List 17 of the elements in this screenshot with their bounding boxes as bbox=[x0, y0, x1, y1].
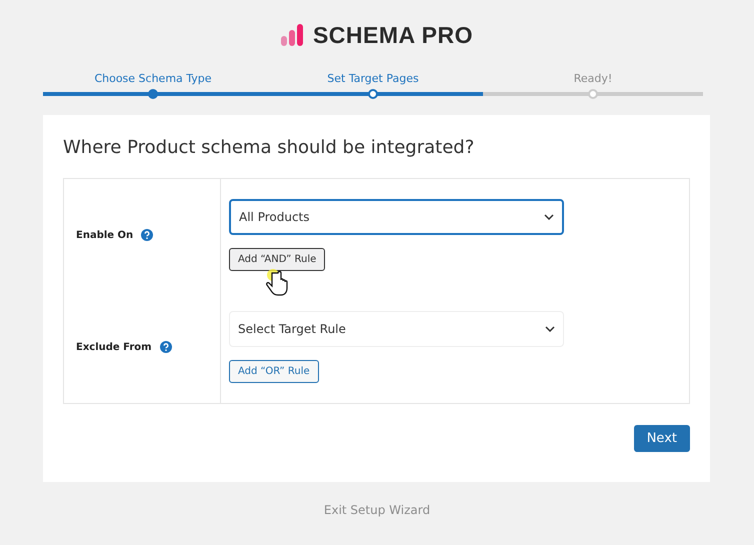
chevron-down-icon bbox=[545, 326, 555, 332]
field-label: Exclude From bbox=[76, 342, 152, 352]
card-title: Where Product schema should be integrated? bbox=[63, 137, 476, 158]
step-label: Choose Schema Type bbox=[94, 72, 212, 87]
logo-title: SCHEMA PRO bbox=[312, 22, 474, 48]
field-label: Enable On bbox=[76, 230, 134, 240]
logo-bars-icon bbox=[280, 24, 305, 46]
next-button[interactable]: Next bbox=[634, 425, 690, 452]
add-rule-button[interactable]: Add “AND” Rule bbox=[229, 248, 326, 271]
help-icon[interactable] bbox=[160, 341, 172, 353]
add-rule-button[interactable]: Add “OR” Rule bbox=[229, 360, 319, 383]
help-icon[interactable] bbox=[141, 229, 154, 241]
target-select[interactable]: Select Target Rule bbox=[229, 311, 564, 347]
step-label: Set Target Pages bbox=[327, 72, 419, 87]
step-label: Ready! bbox=[574, 72, 612, 87]
target-select[interactable]: All Products bbox=[229, 199, 564, 235]
chevron-down-icon bbox=[544, 214, 554, 220]
